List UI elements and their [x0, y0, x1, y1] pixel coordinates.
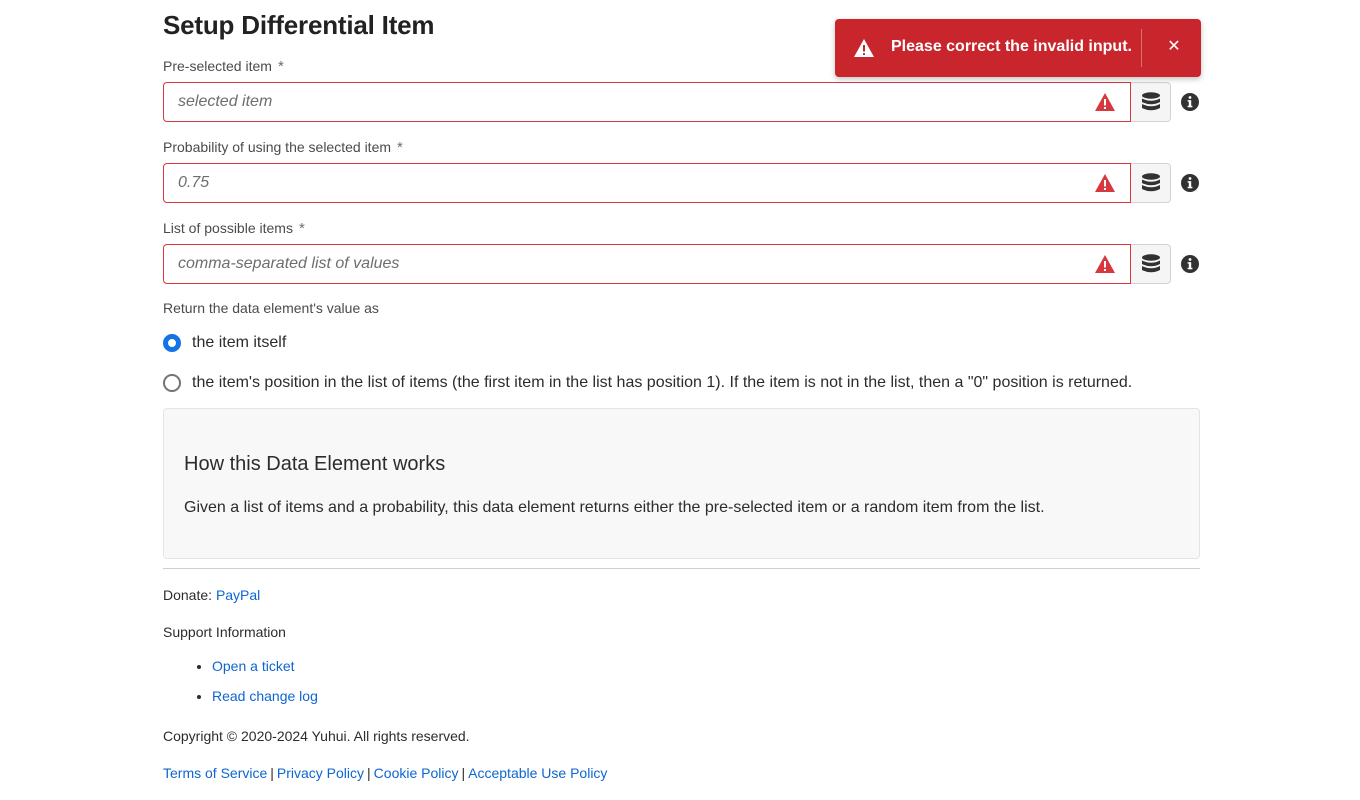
help-text: Given a list of items and a probability,… — [184, 499, 1045, 516]
open-ticket-link[interactable]: Open a ticket — [212, 658, 295, 674]
field-label-text: List of possible items — [163, 220, 293, 236]
support-list: Open a ticket Read change log — [163, 658, 318, 718]
possible-items-box — [163, 244, 1131, 284]
support-title: Support Information — [163, 624, 286, 640]
alert-triangle-icon — [1095, 93, 1115, 111]
database-icon — [1141, 173, 1160, 192]
separator: | — [270, 765, 274, 781]
donate-label: Donate: — [163, 587, 213, 603]
data-element-picker-button[interactable] — [1131, 82, 1171, 122]
pre-selected-item-label: Pre-selected item * — [163, 58, 284, 75]
toast-divider — [1141, 29, 1142, 67]
probability-box — [163, 163, 1131, 203]
list-item: Open a ticket — [212, 658, 318, 688]
possible-items-input[interactable] — [164, 245, 1084, 283]
close-icon[interactable]: ✕ — [1163, 36, 1185, 58]
radio-item-itself[interactable]: the item itself — [163, 334, 286, 352]
probability-row — [163, 163, 1200, 203]
pre-selected-item-box — [163, 82, 1131, 122]
return-as-label: Return the data element's value as — [163, 300, 379, 316]
required-asterisk: * — [277, 58, 284, 75]
possible-items-row — [163, 244, 1200, 284]
data-element-picker-button[interactable] — [1131, 163, 1171, 203]
list-item: Read change log — [212, 688, 318, 718]
help-title: How this Data Element works — [184, 453, 446, 475]
info-icon[interactable] — [1180, 173, 1200, 193]
privacy-link[interactable]: Privacy Policy — [277, 765, 364, 781]
change-log-link[interactable]: Read change log — [212, 688, 318, 704]
radio-button-selected[interactable] — [163, 334, 181, 352]
pre-selected-item-row — [163, 82, 1200, 122]
radio-label: the item itself — [192, 334, 287, 351]
alert-triangle-icon — [1095, 255, 1115, 273]
data-element-picker-button[interactable] — [1131, 244, 1171, 284]
radio-item-position[interactable]: the item's position in the list of items… — [163, 374, 1132, 392]
separator: | — [461, 765, 466, 781]
required-asterisk: * — [397, 139, 403, 156]
database-icon — [1141, 254, 1160, 273]
alert-triangle-icon — [1095, 174, 1115, 192]
required-asterisk: * — [298, 220, 305, 237]
pre-selected-item-input[interactable] — [164, 83, 1084, 121]
possible-items-label: List of possible items * — [163, 220, 305, 237]
radio-button[interactable] — [163, 374, 181, 392]
page-title: Setup Differential Item — [163, 10, 435, 40]
info-icon[interactable] — [1180, 254, 1200, 274]
cookie-link[interactable]: Cookie Policy — [374, 765, 459, 781]
radio-label: the item's position in the list of items… — [192, 374, 1133, 391]
separator: | — [367, 765, 371, 781]
donate-line: Donate: PayPal — [163, 587, 260, 603]
copyright: Copyright © 2020-2024 Yuhui. All rights … — [163, 728, 470, 744]
acceptable-use-link[interactable]: Acceptable Use Policy — [468, 765, 607, 781]
probability-input[interactable] — [164, 164, 1084, 202]
probability-label: Probability of using the selected item * — [163, 139, 403, 156]
alert-triangle-icon — [854, 39, 874, 57]
toast-message: Please correct the invalid input. — [891, 38, 1132, 55]
error-toast: Please correct the invalid input. ✕ — [835, 19, 1201, 77]
database-icon — [1141, 92, 1160, 111]
field-label-text: Probability of using the selected item — [163, 139, 392, 155]
field-label-text: Pre-selected item — [163, 58, 272, 74]
info-icon[interactable] — [1180, 92, 1200, 112]
paypal-link[interactable]: PayPal — [216, 587, 260, 603]
policy-links: Terms of Service | Privacy Policy | Cookie P… — [163, 765, 607, 781]
terms-link[interactable]: Terms of Service — [163, 765, 267, 781]
divider — [163, 568, 1200, 569]
help-panel: How this Data Element works Given a list… — [163, 408, 1200, 559]
